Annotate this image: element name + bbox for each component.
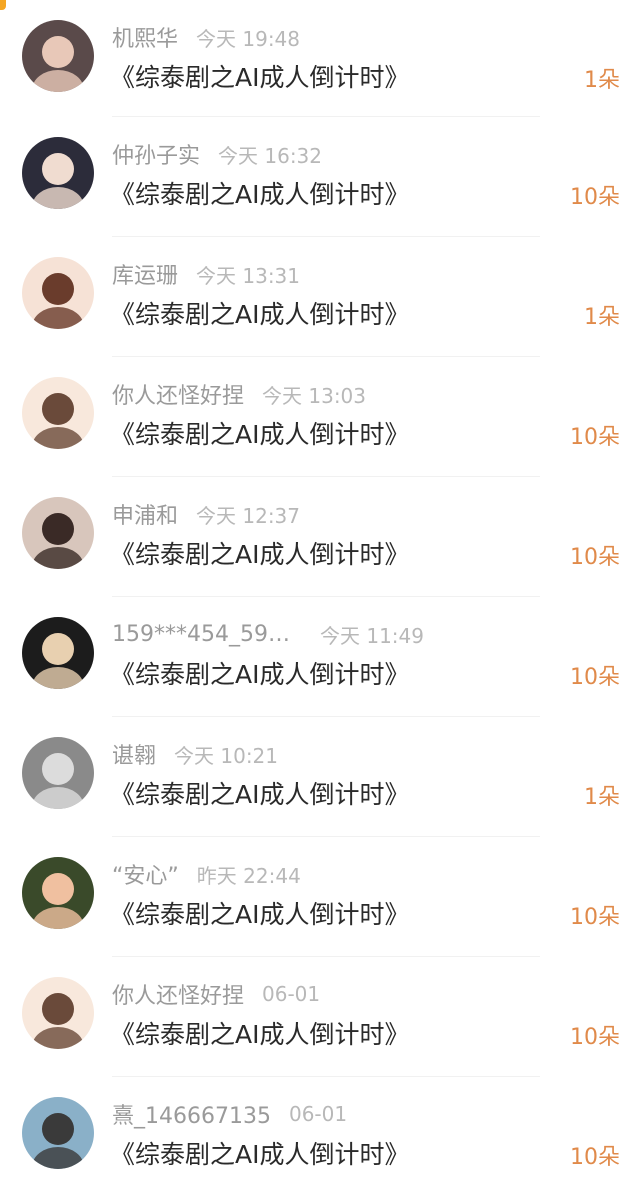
user-name[interactable]: 申浦和: [112, 498, 178, 530]
book-title[interactable]: 《综泰剧之AI成人倒计时》: [110, 175, 409, 211]
user-name[interactable]: 谌翱: [112, 738, 156, 770]
avatar-girl-photo: [22, 497, 94, 569]
flower-count: 10朵: [570, 1025, 620, 1050]
user-name[interactable]: 库运珊: [112, 258, 178, 290]
list-item[interactable]: “安心” 昨天 22:44 《综泰剧之AI成人倒计时》 10朵: [0, 837, 640, 957]
meta: 谌翱 今天 10:21: [112, 738, 279, 770]
flower-count: 10朵: [570, 425, 620, 450]
user-name[interactable]: 熹_146667135: [112, 1098, 271, 1130]
flower-count: 10朵: [570, 185, 620, 210]
avatar-anime-eyes: [22, 377, 94, 449]
list-item[interactable]: 机熙华 今天 19:48 《综泰剧之AI成人倒计时》 1朵: [0, 0, 640, 117]
list-item[interactable]: 你人还怪好捏 06-01 《综泰剧之AI成人倒计时》 10朵: [0, 957, 640, 1077]
avatar[interactable]: [22, 137, 94, 209]
list-item[interactable]: 谌翱 今天 10:21 《综泰剧之AI成人倒计时》 1朵: [0, 717, 640, 837]
user-name[interactable]: 159***454_591...: [112, 622, 302, 647]
flower-count: 10朵: [570, 1145, 620, 1170]
book-title[interactable]: 《综泰剧之AI成人倒计时》: [110, 775, 409, 811]
timestamp: 今天 13:03: [262, 383, 367, 408]
timestamp: 今天 11:49: [320, 623, 424, 648]
list-item[interactable]: 申浦和 今天 12:37 《综泰剧之AI成人倒计时》 10朵: [0, 477, 640, 597]
meta: 你人还怪好捏 06-01: [112, 979, 320, 1009]
avatar[interactable]: [22, 857, 94, 929]
avatar-girl-dress: [22, 617, 94, 689]
avatar-flowers: [22, 857, 94, 929]
user-name[interactable]: “安心”: [112, 858, 179, 890]
avatar[interactable]: [22, 1097, 94, 1169]
user-name[interactable]: 你人还怪好捏: [112, 978, 244, 1010]
avatar[interactable]: [22, 20, 94, 92]
avatar[interactable]: [22, 257, 94, 329]
book-title[interactable]: 《综泰剧之AI成人倒计时》: [110, 58, 409, 94]
flower-count: 1朵: [584, 305, 620, 330]
list-item[interactable]: 159***454_591... 今天 11:49 《综泰剧之AI成人倒计时》 …: [0, 597, 640, 717]
meta: 159***454_591... 今天 11:49: [112, 619, 424, 649]
book-title[interactable]: 《综泰剧之AI成人倒计时》: [110, 535, 409, 571]
flower-count: 10朵: [570, 905, 620, 930]
list-item[interactable]: 你人还怪好捏 今天 13:03 《综泰剧之AI成人倒计时》 10朵: [0, 357, 640, 477]
timestamp: 06-01: [262, 982, 321, 1006]
book-title[interactable]: 《综泰剧之AI成人倒计时》: [110, 895, 409, 931]
avatar-grayscale-girl: [22, 737, 94, 809]
timestamp: 今天 12:37: [196, 503, 301, 528]
book-title[interactable]: 《综泰剧之AI成人倒计时》: [110, 1015, 409, 1051]
timestamp: 今天 10:21: [174, 743, 279, 768]
avatar-mountain: [22, 1097, 94, 1169]
avatar[interactable]: [22, 497, 94, 569]
list-item[interactable]: 库运珊 今天 13:31 《综泰剧之AI成人倒计时》 1朵: [0, 237, 640, 357]
flower-count: 10朵: [570, 545, 620, 570]
avatar-anime-eyes: [22, 977, 94, 1049]
list-item[interactable]: 熹_146667135 06-01 《综泰剧之AI成人倒计时》 10朵: [0, 1077, 640, 1197]
flower-count: 1朵: [584, 785, 620, 810]
meta: “安心” 昨天 22:44: [112, 858, 301, 890]
user-name[interactable]: 机熙华: [112, 21, 178, 53]
meta: 库运珊 今天 13:31: [112, 258, 301, 290]
list-item[interactable]: 仲孙子实 今天 16:32 《综泰剧之AI成人倒计时》 10朵: [0, 117, 640, 237]
flower-count: 10朵: [570, 665, 620, 690]
flower-count: 1朵: [584, 68, 620, 93]
gift-list: 机熙华 今天 19:48 《综泰剧之AI成人倒计时》 1朵 仲孙子实 今天 16…: [0, 0, 640, 1197]
user-name[interactable]: 仲孙子实: [112, 138, 200, 170]
avatar[interactable]: [22, 617, 94, 689]
timestamp: 06-01: [288, 1102, 348, 1126]
timestamp: 今天 16:32: [218, 143, 323, 168]
timestamp: 今天 13:31: [196, 263, 301, 288]
avatar-cartoon-kid: [22, 257, 94, 329]
meta: 申浦和 今天 12:37: [112, 498, 301, 530]
meta: 仲孙子实 今天 16:32: [112, 138, 323, 170]
avatar[interactable]: [22, 977, 94, 1049]
book-title[interactable]: 《综泰剧之AI成人倒计时》: [110, 655, 409, 691]
user-name[interactable]: 你人还怪好捏: [112, 378, 244, 410]
book-title[interactable]: 《综泰剧之AI成人倒计时》: [110, 415, 409, 451]
avatar[interactable]: [22, 377, 94, 449]
timestamp: 今天 19:48: [196, 26, 301, 51]
timestamp: 昨天 22:44: [196, 863, 301, 888]
avatar-anime-boy: [22, 137, 94, 209]
meta: 机熙华 今天 19:48: [112, 21, 301, 53]
meta: 熹_146667135 06-01: [112, 1099, 347, 1129]
avatar-girl-dark: [22, 20, 94, 92]
book-title[interactable]: 《综泰剧之AI成人倒计时》: [110, 1135, 409, 1171]
meta: 你人还怪好捏 今天 13:03: [112, 378, 367, 410]
book-title[interactable]: 《综泰剧之AI成人倒计时》: [110, 295, 409, 331]
avatar[interactable]: [22, 737, 94, 809]
